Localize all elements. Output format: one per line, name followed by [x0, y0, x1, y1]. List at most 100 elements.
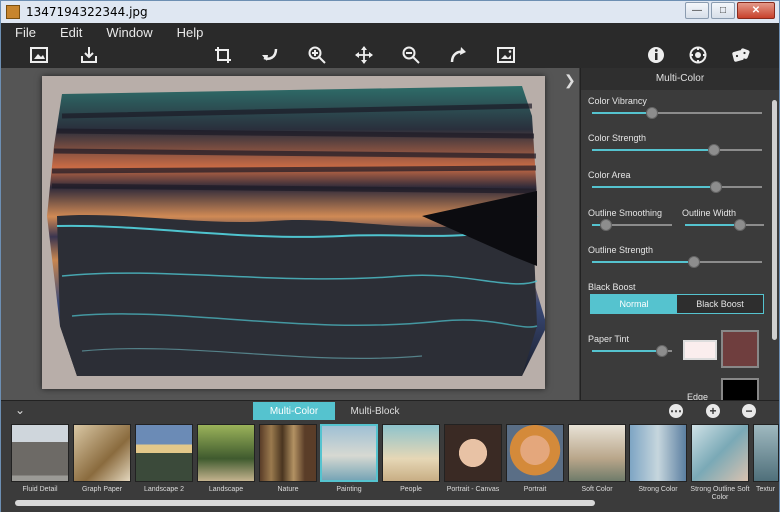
preset-thumbnail — [259, 424, 317, 482]
outline-strength-slider[interactable] — [592, 255, 762, 269]
preset-thumbnail — [320, 424, 378, 482]
settings-panel: Multi-Color Color Vibrancy Color Strengt… — [580, 68, 779, 400]
outline-strength-label: Outline Strength — [588, 245, 654, 255]
preset-strip: Fluid Detail Graph Paper Landscape 2 Lan… — [1, 420, 779, 512]
app-window: 1347194322344.jpg — □ ✕ File Edit Window… — [0, 0, 780, 512]
title-bar: 1347194322344.jpg — □ ✕ — [1, 1, 779, 23]
info-icon[interactable] — [645, 44, 667, 66]
normal-option[interactable]: Normal — [591, 295, 677, 313]
preset-label: Textur — [755, 486, 776, 493]
menu-window[interactable]: Window — [106, 25, 152, 40]
remove-preset-icon[interactable]: − — [742, 404, 756, 418]
preset-thumbnail — [629, 424, 687, 482]
settings-icon[interactable] — [687, 44, 709, 66]
color-vibrancy-slider[interactable] — [592, 106, 762, 120]
collapse-panel-icon[interactable]: ❯ — [564, 72, 576, 89]
preset-landscape-2[interactable]: Landscape 2 — [134, 424, 194, 494]
black-boost-label: Black Boost — [588, 282, 636, 292]
preset-thumbnail — [753, 424, 779, 482]
toolbar — [1, 42, 779, 68]
redo-icon[interactable] — [447, 44, 469, 66]
paper-tint-light-swatch[interactable] — [683, 340, 717, 360]
panel-title: Multi-Color — [581, 68, 779, 90]
move-icon[interactable] — [353, 44, 375, 66]
preset-thumbnail — [73, 424, 131, 482]
preset-texture[interactable]: Textur — [752, 424, 779, 494]
preset-landscape[interactable]: Landscape — [196, 424, 256, 494]
preset-label: Portrait - Canvas — [446, 486, 500, 493]
edge-label: Edge — [687, 392, 709, 400]
preset-label: Landscape — [208, 486, 244, 493]
preset-thumbnail — [197, 424, 255, 482]
preset-thumbnail — [568, 424, 626, 482]
menu-edit[interactable]: Edit — [60, 25, 82, 40]
color-strength-slider[interactable] — [592, 143, 762, 157]
black-boost-option[interactable]: Black Boost — [677, 295, 763, 313]
preset-thumbnail — [444, 424, 502, 482]
paper-tint-label: Paper Tint — [588, 334, 630, 344]
outline-width-slider[interactable] — [685, 218, 764, 232]
preset-tab-bar: ⌄ Multi-Color Multi-Block ⋯ + − — [1, 400, 779, 421]
preset-portrait[interactable]: Portrait — [505, 424, 565, 494]
collapse-strip-icon[interactable]: ⌄ — [15, 403, 25, 417]
preset-label: Soft Color — [581, 486, 613, 493]
window-title: 1347194322344.jpg — [26, 5, 148, 19]
outline-smoothing-slider[interactable] — [592, 218, 672, 232]
preset-strong-color[interactable]: Strong Color — [628, 424, 688, 494]
color-strength-label: Color Strength — [588, 133, 647, 143]
preset-painting[interactable]: Painting — [319, 424, 379, 494]
preset-label: Nature — [277, 486, 299, 493]
preset-label: People — [400, 486, 422, 493]
preset-thumbnail — [11, 424, 69, 482]
app-icon — [6, 5, 20, 19]
preset-portrait-canvas[interactable]: Portrait - Canvas — [443, 424, 503, 494]
edge-swatch[interactable] — [721, 378, 759, 400]
black-boost-toggle: Normal Black Boost — [590, 294, 764, 314]
preset-graph-paper[interactable]: Graph Paper — [72, 424, 132, 494]
random-dice-icon[interactable] — [730, 44, 752, 66]
preset-strong-outline-soft-color[interactable]: Strong Outline Soft Color — [690, 424, 750, 502]
preset-label: Fluid Detail — [22, 486, 58, 493]
preset-thumbnail — [382, 424, 440, 482]
preset-label: Strong Color — [638, 486, 678, 493]
paper-tint-color-swatch[interactable] — [721, 330, 759, 368]
preset-horizontal-scrollbar[interactable] — [15, 500, 595, 506]
minimize-button[interactable]: — — [685, 2, 709, 19]
painted-photo[interactable] — [42, 76, 545, 389]
crop-icon[interactable] — [212, 44, 234, 66]
preset-label: Painting — [336, 486, 362, 493]
preset-nature[interactable]: Nature — [258, 424, 318, 494]
outline-smoothing-label: Outline Smoothing — [588, 208, 663, 218]
window-controls: — □ ✕ — [685, 2, 775, 19]
color-area-slider[interactable] — [592, 180, 762, 194]
outline-width-label: Outline Width — [682, 208, 737, 218]
maximize-button[interactable]: □ — [711, 2, 735, 19]
tab-multi-block[interactable]: Multi-Block — [335, 402, 415, 421]
undo-icon[interactable] — [259, 44, 281, 66]
preset-thumbnail — [691, 424, 749, 482]
menu-help[interactable]: Help — [177, 25, 204, 40]
preset-thumbnail — [506, 424, 564, 482]
preset-label: Landscape 2 — [143, 486, 185, 493]
preset-soft-color[interactable]: Soft Color — [567, 424, 627, 494]
color-vibrancy-label: Color Vibrancy — [588, 96, 647, 106]
feedback-icon[interactable]: ⋯ — [669, 404, 683, 418]
add-preset-icon[interactable]: + — [706, 404, 720, 418]
fit-view-icon[interactable] — [495, 44, 517, 66]
zoom-in-icon[interactable] — [306, 44, 328, 66]
preset-people[interactable]: People — [381, 424, 441, 494]
menu-bar: File Edit Window Help — [1, 23, 779, 42]
paper-tint-slider[interactable] — [592, 344, 672, 358]
open-image-icon[interactable] — [28, 44, 50, 66]
preset-label: Graph Paper — [81, 486, 123, 493]
close-button[interactable]: ✕ — [737, 2, 775, 19]
canvas-area: ❯ — [1, 68, 579, 400]
menu-file[interactable]: File — [15, 25, 36, 40]
tab-multi-color[interactable]: Multi-Color — [253, 402, 335, 421]
preset-fluid-detail[interactable]: Fluid Detail — [10, 424, 70, 494]
save-icon[interactable] — [78, 44, 100, 66]
zoom-out-icon[interactable] — [400, 44, 422, 66]
preset-thumbnail — [135, 424, 193, 482]
panel-scrollbar[interactable] — [772, 100, 777, 340]
preset-label: Strong Outline Soft Color — [690, 486, 750, 501]
